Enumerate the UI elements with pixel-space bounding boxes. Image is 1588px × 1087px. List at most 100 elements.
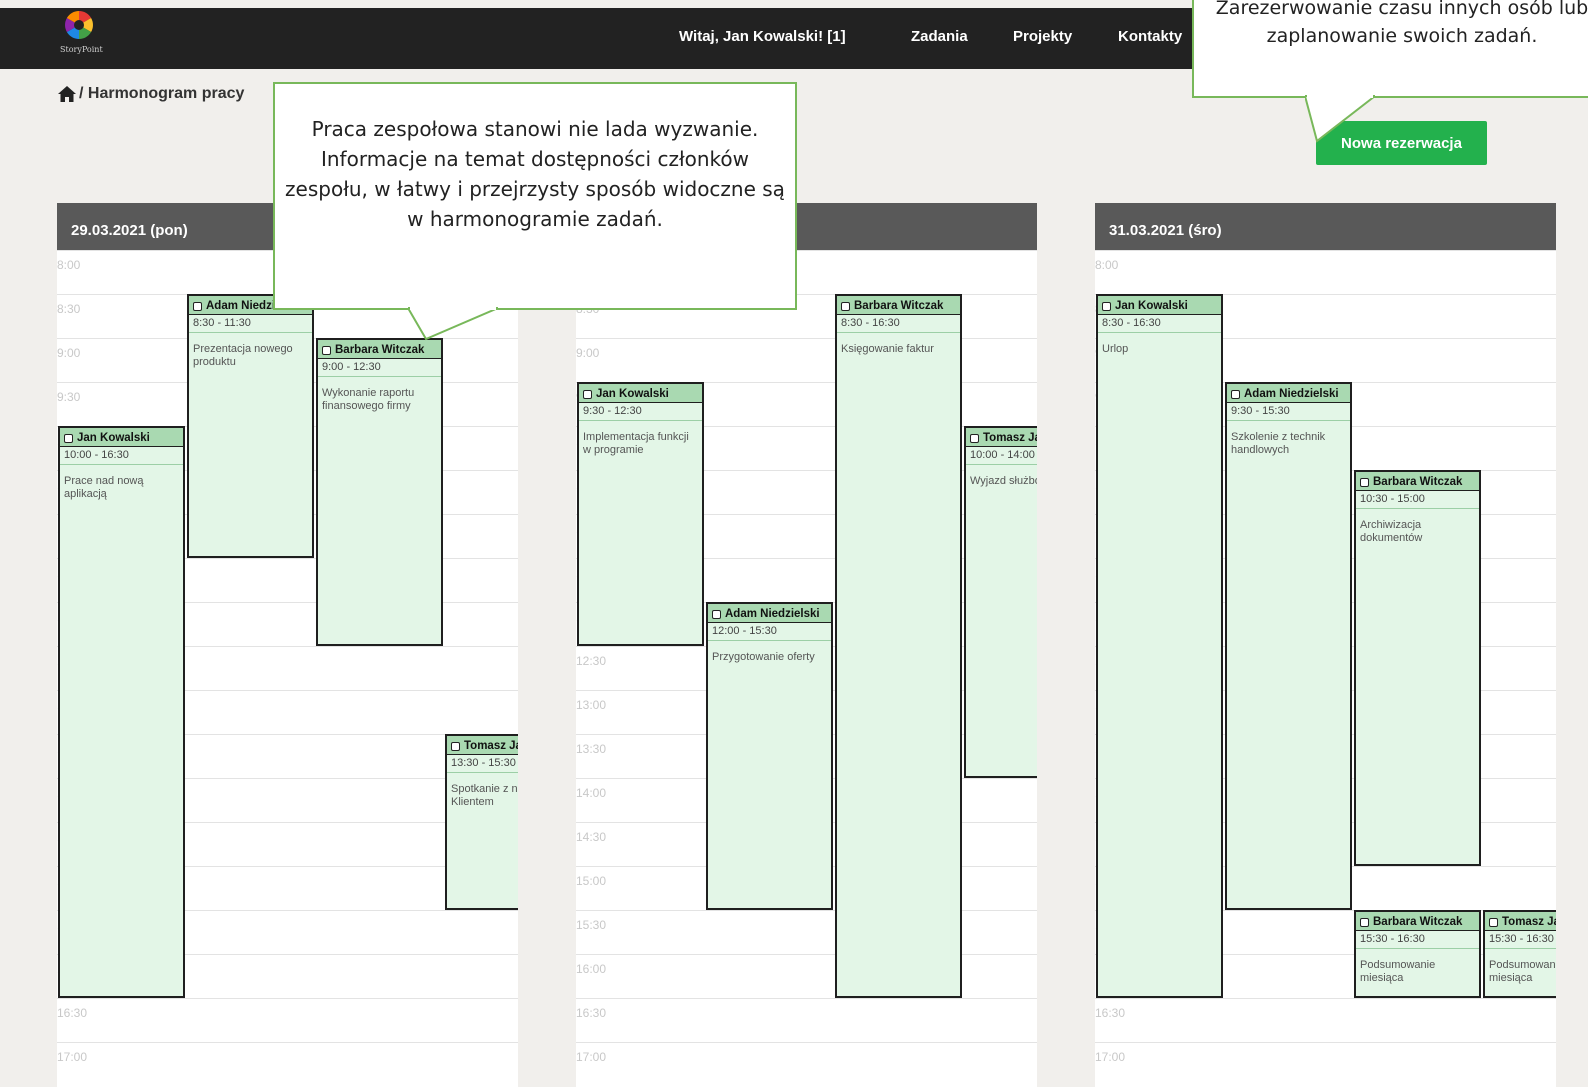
home-icon[interactable] [57, 85, 77, 103]
calendar-event[interactable]: Tomasz Jackowski 10:00 - 14:00 Wyjazd służ… [964, 426, 1037, 778]
calendar-event[interactable]: Tomasz Jackowski 13:30 - 15:30 Spotkanie z… [445, 734, 518, 910]
calendar-event[interactable]: Jan Kowalski 8:30 - 16:30 Urlop [1096, 294, 1223, 998]
event-time: 15:30 - 16:30 [1485, 931, 1556, 949]
event-description: Szkolenie z technik handlowych [1231, 431, 1326, 456]
checkbox-icon[interactable] [1489, 917, 1498, 927]
calendar-event[interactable]: Adam Niedzielski 9:30 - 15:30 Szkolenie z … [1225, 382, 1352, 910]
logo-icon [65, 11, 93, 39]
event-header: Barbara Witczak [318, 340, 441, 359]
time-label: 8:00 [57, 258, 81, 272]
checkbox-icon[interactable] [64, 433, 73, 443]
time-slot[interactable]: 16:30 [57, 998, 518, 1042]
time-slot[interactable]: 16:00 [576, 954, 1037, 998]
time-label: 9:30 [57, 390, 81, 404]
calendar-event[interactable]: Adam Niedzielski 8:30 - 11:30 Prezentacja … [187, 294, 314, 558]
checkbox-icon[interactable] [841, 301, 850, 311]
time-label: 15:30 [576, 918, 607, 932]
event-description: Implementacja funkcji w programie [583, 431, 689, 456]
checkbox-icon[interactable] [583, 389, 592, 399]
time-slot[interactable]: 8:00 [1095, 250, 1556, 294]
event-header: Jan Kowalski [579, 384, 702, 403]
event-header: Barbara Witczak [1356, 912, 1479, 931]
checkbox-icon[interactable] [193, 301, 202, 311]
event-person: Jan Kowalski [596, 388, 669, 400]
event-header: Barbara Witczak [1356, 472, 1479, 491]
calendar-event[interactable]: Barbara Witczak 8:30 - 16:30 Księgowanie f… [835, 294, 962, 998]
calendar-event[interactable]: Tomasz Jackowski 15:30 - 16:30 Podsumowani… [1483, 910, 1556, 998]
event-header: Adam Niedzielski [1227, 384, 1350, 403]
nav-projekty[interactable]: Projekty [1013, 28, 1072, 45]
callout-pointer-icon [408, 306, 498, 341]
storypoint-logo[interactable]: StoryPoint [60, 10, 103, 66]
time-label: 16:30 [57, 1006, 88, 1020]
time-slot[interactable]: 15:30 [576, 910, 1037, 954]
checkbox-icon[interactable] [451, 741, 460, 751]
checkbox-icon[interactable] [970, 433, 979, 443]
time-label: 13:00 [576, 698, 607, 712]
event-time: 13:30 - 15:30 [447, 755, 518, 773]
event-header: Tomasz Jackowski [447, 736, 518, 755]
calendar-event[interactable]: Jan Kowalski 9:30 - 12:30 Implementacja fu… [577, 382, 704, 646]
nav-zadania[interactable]: Zadania [911, 28, 968, 45]
event-header: Adam Niedzielski [708, 604, 831, 623]
event-time: 8:30 - 16:30 [1098, 315, 1221, 333]
checkbox-icon[interactable] [322, 345, 331, 355]
event-header: Jan Kowalski [1098, 296, 1221, 315]
calendar-event[interactable]: Adam Niedzielski 12:00 - 15:30 Przygotowan… [706, 602, 833, 910]
day-header: 31.03.2021 (śro) [1095, 203, 1556, 250]
calendar-event[interactable]: Barbara Witczak 15:30 - 16:30 Podsumowanie… [1354, 910, 1481, 998]
time-label: 9:00 [57, 346, 81, 360]
event-time: 15:30 - 16:30 [1356, 931, 1479, 949]
checkbox-icon[interactable] [1231, 389, 1240, 399]
time-label: 12:30 [576, 654, 607, 668]
time-slot[interactable]: 16:30 [1095, 998, 1556, 1042]
event-person: Barbara Witczak [335, 344, 425, 356]
checkbox-icon[interactable] [1360, 477, 1369, 487]
calendar-event[interactable]: Barbara Witczak 9:00 - 12:30 Wykonanie rap… [316, 338, 443, 646]
time-label: 16:30 [576, 1006, 607, 1020]
event-time: 8:30 - 11:30 [189, 315, 312, 333]
event-description: Prezentacja nowego produktu [193, 343, 293, 368]
event-header: Tomasz Jackowski [1485, 912, 1556, 931]
nav-kontakty[interactable]: Kontakty [1118, 28, 1182, 45]
time-label: 15:00 [576, 874, 607, 888]
event-description: Spotkanie z nowym Klientem [451, 783, 518, 808]
nav-user-greeting[interactable]: Witaj, Jan Kowalski! [1] [679, 28, 846, 45]
time-slot[interactable]: 17:00 [57, 1042, 518, 1086]
callout-reservation: Zarezerwowanie czasu innych osób lub zap… [1192, 0, 1588, 98]
event-person: Jan Kowalski [77, 432, 150, 444]
logo-text: StoryPoint [60, 45, 103, 54]
day-column: 8:008:309:009:3010:0010:3011:0011:3012:0… [576, 203, 1037, 1087]
event-time: 10:00 - 14:00 [966, 447, 1037, 465]
time-slot[interactable]: 9:00 [576, 338, 1037, 382]
event-person: Barbara Witczak [1373, 476, 1463, 488]
event-person: Adam Niedzielski [1244, 388, 1339, 400]
checkbox-icon[interactable] [1102, 301, 1111, 311]
time-slot[interactable]: 17:00 [1095, 1042, 1556, 1086]
time-label: 17:00 [57, 1050, 88, 1064]
time-label: 14:00 [576, 786, 607, 800]
breadcrumb: / Harmonogram pracy [57, 85, 244, 103]
time-slot[interactable]: 16:30 [576, 998, 1037, 1042]
event-description: Wyjazd służbowy [970, 475, 1037, 487]
time-label: 16:00 [576, 962, 607, 976]
event-description: Księgowanie faktur [841, 343, 934, 355]
event-person: Tomasz Jackowski [1502, 916, 1556, 928]
event-description: Podsumowanie miesiąca [1360, 959, 1436, 984]
event-description: Podsumowanie miesiąca [1489, 959, 1556, 984]
checkbox-icon[interactable] [712, 609, 721, 619]
event-person: Tomasz Jackowski [983, 432, 1037, 444]
event-person: Barbara Witczak [854, 300, 944, 312]
time-label: 17:00 [576, 1050, 607, 1064]
time-label: 16:30 [1095, 1006, 1126, 1020]
checkbox-icon[interactable] [1360, 917, 1369, 927]
event-person: Tomasz Jackowski [464, 740, 518, 752]
event-time: 8:30 - 16:30 [837, 315, 960, 333]
calendar-event[interactable]: Barbara Witczak 10:30 - 15:00 Archiwizacja… [1354, 470, 1481, 866]
calendar-event[interactable]: Jan Kowalski 10:00 - 16:30 Prace nad nową … [58, 426, 185, 998]
time-slot[interactable]: 17:00 [576, 1042, 1037, 1086]
event-description: Prace nad nową aplikacją [64, 475, 144, 500]
event-person: Jan Kowalski [1115, 300, 1188, 312]
time-label: 9:00 [576, 346, 600, 360]
event-time: 10:00 - 16:30 [60, 447, 183, 465]
